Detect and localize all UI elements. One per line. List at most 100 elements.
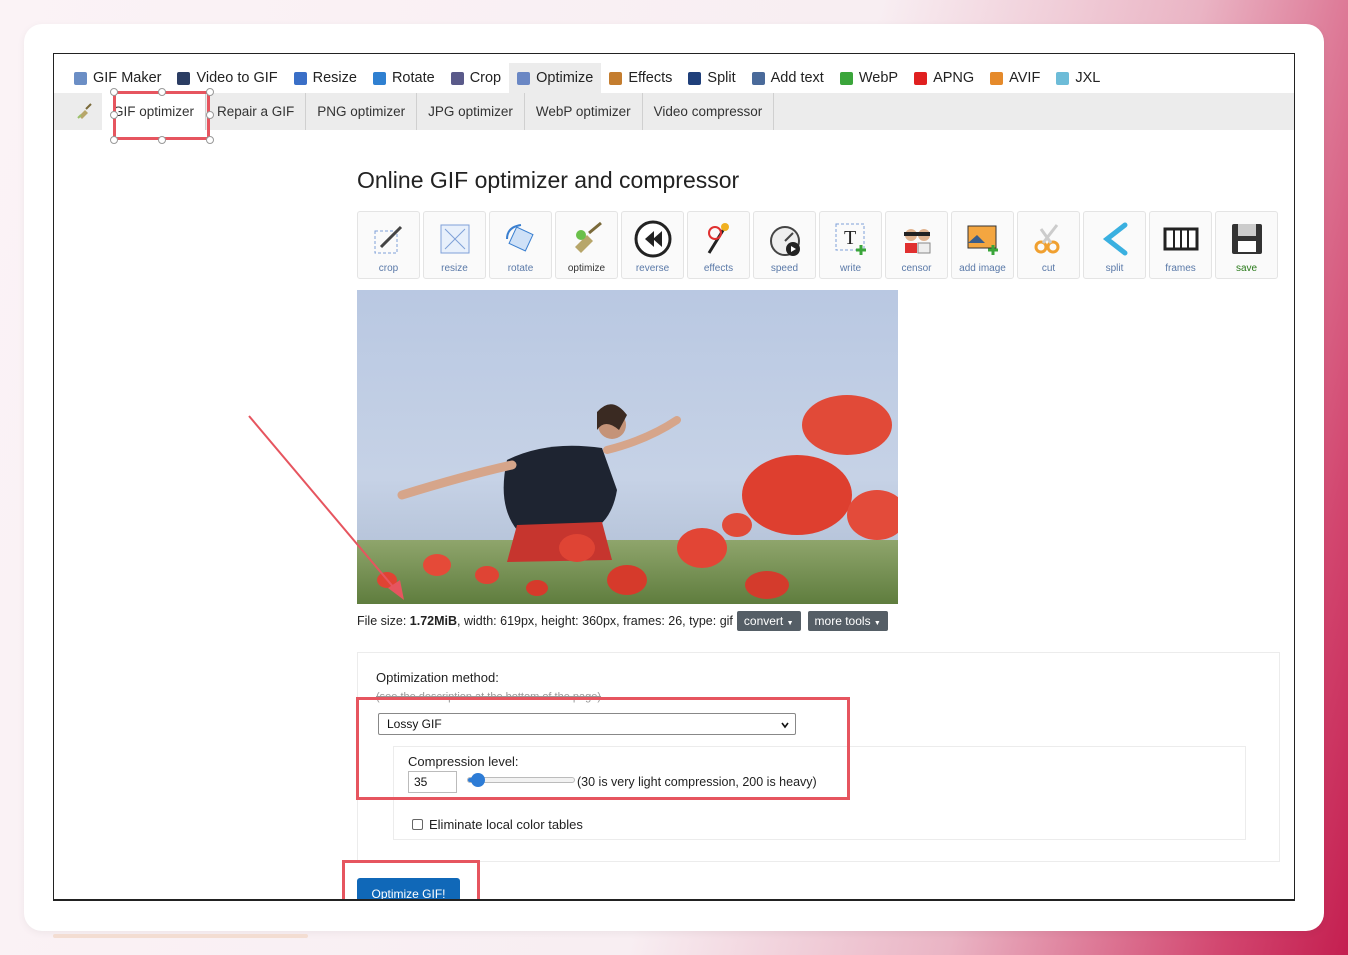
eliminate-color-tables-label: Eliminate local color tables [429, 817, 583, 832]
tool-label: reverse [635, 263, 670, 274]
nav-avif[interactable]: AVIF [982, 63, 1048, 93]
nav-gif-maker[interactable]: GIF Maker [66, 63, 169, 93]
nav-optimize[interactable]: Optimize [509, 63, 602, 93]
tool-optimize[interactable]: optimize [555, 211, 618, 279]
page-title: Online GIF optimizer and compressor [357, 167, 740, 193]
tool-label: censor [901, 263, 932, 274]
split-tool-icon [1095, 219, 1135, 259]
convert-label: convert [743, 614, 784, 628]
crop-icon [450, 71, 464, 85]
reverse-icon [633, 219, 673, 259]
tool-label: rotate [507, 263, 534, 274]
nav-split[interactable]: Split [680, 63, 743, 93]
selection-handle [206, 88, 214, 96]
more-tools-button[interactable]: more tools ▼ [807, 611, 888, 631]
tool-censor[interactable]: censor [885, 211, 948, 279]
caret-down-icon: ▼ [873, 620, 881, 627]
tool-label: crop [378, 263, 399, 274]
tool-save[interactable]: save [1215, 211, 1278, 279]
svg-text:T: T [844, 227, 856, 249]
nav-label: Crop [469, 70, 502, 86]
selection-handle [158, 136, 166, 144]
nav-add-text[interactable]: Add text [744, 63, 832, 93]
selection-handle [206, 136, 214, 144]
nav-label: Split [707, 70, 736, 86]
tool-write[interactable]: Twrite [819, 211, 882, 279]
method-label: Optimization method: [376, 670, 499, 685]
nav-label: GIF Maker [93, 70, 162, 86]
selection-handle [110, 111, 118, 119]
tool-crop[interactable]: crop [357, 211, 420, 279]
nav-label: Resize [312, 70, 357, 86]
nav-crop[interactable]: Crop [443, 63, 509, 93]
subnav-repair-gif[interactable]: Repair a GIF [206, 93, 307, 130]
subnav-video-compressor[interactable]: Video compressor [643, 93, 775, 130]
more-tools-label: more tools [814, 614, 871, 628]
gif-preview-image [357, 290, 898, 604]
nav-label: Effects [628, 70, 673, 86]
nav-apng[interactable]: APNG [906, 63, 982, 93]
subnav-jpg-optimizer[interactable]: JPG optimizer [417, 93, 525, 130]
convert-button[interactable]: convert ▼ [736, 611, 801, 631]
nav-label: Optimize [536, 70, 594, 86]
nav-rotate[interactable]: Rotate [365, 63, 443, 93]
tool-label: speed [770, 263, 799, 274]
tool-reverse[interactable]: reverse [621, 211, 684, 279]
tool-label: split [1105, 263, 1124, 274]
nav-webp[interactable]: WebP [832, 63, 906, 93]
nav-label: APNG [933, 70, 975, 86]
optimize-tool-icon [567, 219, 607, 259]
tool-add-image[interactable]: add image [951, 211, 1014, 279]
nav-label: JXL [1075, 70, 1101, 86]
tool-rotate[interactable]: rotate [489, 211, 552, 279]
nav-jxl[interactable]: JXL [1048, 63, 1108, 93]
tool-effects[interactable]: effects [687, 211, 750, 279]
tool-label: save [1235, 263, 1258, 274]
file-size-value: 1.72MiB [409, 614, 458, 628]
sub-nav: GIF optimizer Repair a GIF PNG optimizer… [54, 93, 1294, 130]
tool-label: resize [441, 263, 468, 274]
apng-icon [914, 71, 928, 85]
effects-icon [609, 71, 623, 85]
eliminate-color-tables-checkbox[interactable] [412, 819, 423, 830]
nav-resize[interactable]: Resize [286, 63, 365, 93]
add-text-icon [751, 71, 765, 85]
gif-optimizer-highlight [113, 91, 210, 140]
tool-resize[interactable]: resize [423, 211, 486, 279]
tool-label: effects [703, 263, 734, 274]
resize-tool-icon [435, 219, 475, 259]
options-highlight [356, 697, 850, 800]
nav-label: AVIF [1009, 70, 1041, 86]
annotation-arrow [248, 415, 404, 600]
rotate-icon [372, 71, 386, 85]
file-info-prefix: File size: [357, 614, 410, 628]
tool-label: optimize [567, 263, 606, 274]
tool-frames[interactable]: frames [1149, 211, 1212, 279]
file-info: File size: 1.72MiB , width: 619px, heigh… [357, 611, 888, 631]
tool-split[interactable]: split [1083, 211, 1146, 279]
crop-tool-icon [369, 219, 409, 259]
scroll-indicator [53, 934, 308, 938]
subnav-webp-optimizer[interactable]: WebP optimizer [525, 93, 643, 130]
file-details: , width: 619px, height: 360px, frames: 2… [457, 614, 733, 628]
broom-logo-icon[interactable] [68, 93, 102, 130]
optimize-icon [517, 71, 531, 85]
tool-label: write [839, 263, 862, 274]
film-icon [177, 71, 191, 85]
caret-down-icon: ▼ [786, 620, 794, 627]
resize-icon [293, 71, 307, 85]
subnav-png-optimizer[interactable]: PNG optimizer [306, 93, 418, 130]
nav-label: Add text [770, 70, 824, 86]
add-image-icon [963, 219, 1003, 259]
save-icon [1227, 219, 1267, 259]
tool-speed[interactable]: speed [753, 211, 816, 279]
jxl-icon [1056, 71, 1070, 85]
cut-icon [1029, 219, 1069, 259]
nav-video-to-gif[interactable]: Video to GIF [169, 63, 285, 93]
frames-icon [1161, 219, 1201, 259]
tool-cut[interactable]: cut [1017, 211, 1080, 279]
effects-tool-icon [699, 219, 739, 259]
write-icon: T [831, 219, 871, 259]
tool-strip: crop resize rotate optimize reverse effects sp… [357, 211, 1278, 279]
nav-effects[interactable]: Effects [601, 63, 680, 93]
